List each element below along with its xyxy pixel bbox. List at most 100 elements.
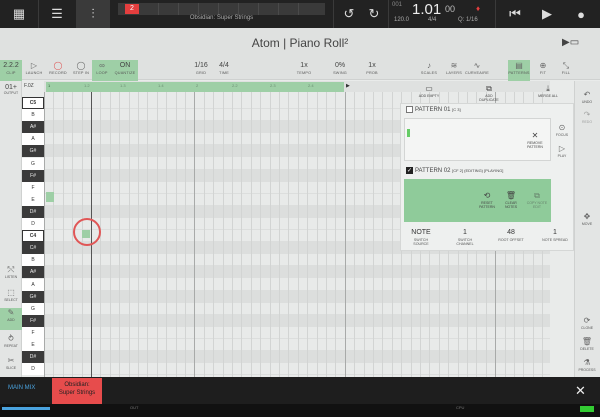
- piano-key[interactable]: F#: [22, 314, 44, 327]
- window-mode-icon[interactable]: ▶▭: [562, 37, 579, 48]
- piano-key[interactable]: A: [22, 133, 44, 146]
- piano-key[interactable]: F#: [22, 169, 44, 182]
- pattern-02-header[interactable]: ✓ PATTERN 02 [CF 2] (EDITING) [PLAYING]: [406, 167, 503, 174]
- undo-button[interactable]: ↶ UNDO: [574, 90, 600, 104]
- fill-button[interactable]: ⤡ FILL: [555, 60, 577, 82]
- piano-key[interactable]: C4: [22, 230, 44, 243]
- merge-all-button[interactable]: ⤓ MERGE ALL: [536, 84, 560, 98]
- piano-key[interactable]: A: [22, 278, 44, 291]
- redo-button[interactable]: ↷ REDO: [574, 110, 600, 124]
- piano-key[interactable]: C#: [22, 242, 44, 255]
- pattern-01-header[interactable]: PATTERN 01 [C 3]: [406, 106, 461, 113]
- clear-notes-button[interactable]: 🗑 CLEAR NOTES: [500, 191, 522, 209]
- piano-key[interactable]: E: [22, 339, 44, 351]
- switch-channel-selector[interactable]: 1 SWITCH CHANNEL: [450, 227, 480, 247]
- piano-key[interactable]: D#: [22, 205, 44, 218]
- patterns-button[interactable]: ▤ PATTERNS: [508, 60, 530, 82]
- quantize-readout[interactable]: Q: 1/16: [458, 17, 478, 23]
- ruler-mark: 2.2: [232, 83, 238, 88]
- clip-selector[interactable]: 2.2.2 CLIP: [0, 60, 22, 82]
- process-button[interactable]: ⚗ PROCESS: [574, 358, 600, 372]
- piano-keyboard[interactable]: C5 B A# A G# G F# F E D# D C4 C# B A# A G# G F# F E D# D: [22, 92, 44, 377]
- record-button[interactable]: ◯ RECORD: [46, 60, 70, 82]
- loop-region[interactable]: [46, 82, 344, 92]
- add-button[interactable]: ✎ ADD: [0, 308, 22, 330]
- add-duplicate-button[interactable]: ⧉ ADD DUPLICATE: [476, 84, 502, 102]
- prob-selector[interactable]: 1x PROB: [352, 60, 392, 82]
- timeline-overview[interactable]: 2: [118, 3, 325, 15]
- piano-key[interactable]: A#: [22, 266, 44, 279]
- time-selector[interactable]: 4/4 TIME: [212, 60, 236, 82]
- slice-button[interactable]: ✂ SLICE: [0, 356, 22, 370]
- add-empty-button[interactable]: ▭ ADD EMPTY: [418, 84, 440, 98]
- focus-button[interactable]: ⊙ FOCUS: [551, 123, 573, 137]
- focus-icon: ⊙: [558, 123, 566, 132]
- piano-key[interactable]: D: [22, 363, 44, 376]
- piano-key[interactable]: G: [22, 302, 44, 315]
- grid-menu-icon[interactable]: ▦: [2, 0, 36, 28]
- timeline-marker[interactable]: 2: [125, 4, 139, 14]
- layers-button[interactable]: ≋ LAYERS: [442, 60, 466, 82]
- key-range-label: F.0Z: [24, 83, 34, 89]
- loop-end-marker[interactable]: ▶: [346, 83, 350, 89]
- reset-pattern-button[interactable]: ⟲ RESET PATTERN: [476, 191, 498, 209]
- piano-key[interactable]: F: [22, 326, 44, 339]
- play-pattern-button[interactable]: ▷ PLAY: [551, 144, 573, 158]
- switch-source-selector[interactable]: NOTE SWITCH SOURCE: [406, 227, 436, 247]
- grid-line: [53, 92, 55, 377]
- pattern-01-checkbox[interactable]: [406, 106, 413, 113]
- fit-button[interactable]: ⊕ FIT: [532, 60, 554, 82]
- root-offset-selector[interactable]: 48 ROOT OFFSET: [496, 227, 526, 247]
- launch-button[interactable]: ▷ LAUNCH: [22, 60, 46, 82]
- piano-key[interactable]: G: [22, 157, 44, 170]
- quantize-button[interactable]: ON QUANTIZE: [112, 60, 138, 82]
- repeat-button[interactable]: ⥁ REPEAT: [0, 334, 22, 348]
- main-mix-tab[interactable]: MAIN MIX: [8, 385, 35, 391]
- undo-icon[interactable]: ↺: [337, 0, 361, 28]
- piano-key[interactable]: F: [22, 181, 44, 194]
- piano-key[interactable]: D#: [22, 351, 44, 364]
- delete-button[interactable]: 🗑 DELETE: [574, 337, 600, 351]
- scales-button[interactable]: ♪ SCALES: [416, 60, 442, 82]
- curveaire-button[interactable]: ∿ CURVEAIRE: [464, 60, 490, 82]
- note-block[interactable]: [82, 230, 90, 238]
- pattern-01-card[interactable]: ✕ REMOVE PATTERN: [404, 118, 551, 161]
- remove-pattern-button[interactable]: ✕ REMOVE PATTERN: [521, 131, 549, 149]
- pattern-02-checkbox[interactable]: ✓: [406, 167, 413, 174]
- merge-icon: ⤓: [546, 84, 550, 93]
- piano-key[interactable]: A#: [22, 121, 44, 134]
- select-button[interactable]: ⬚ SELECT: [0, 288, 22, 302]
- position-main[interactable]: 1.01: [412, 1, 441, 18]
- record-icon[interactable]: ●: [566, 0, 596, 28]
- note-block[interactable]: [46, 192, 54, 202]
- pencil-icon: ✎: [7, 308, 15, 317]
- skip-back-icon[interactable]: ⏮: [500, 0, 530, 28]
- close-icon[interactable]: ✕: [575, 383, 586, 399]
- pattern-02-card[interactable]: ⟲ RESET PATTERN 🗑 CLEAR NOTES ⧉ COPY NOTE E…: [404, 179, 551, 222]
- signature-readout[interactable]: 4/4: [428, 17, 436, 23]
- piano-key[interactable]: G#: [22, 290, 44, 303]
- grid-line: [250, 92, 252, 377]
- tempo-readout[interactable]: 120.0: [394, 17, 409, 23]
- list-menu-icon[interactable]: ☰: [40, 0, 74, 28]
- output-selector[interactable]: 01+ OUTPUT: [0, 84, 22, 95]
- clone-button[interactable]: ⟳ CLONE: [574, 316, 600, 330]
- track-tab[interactable]: Obsidian: Super Strings: [52, 378, 102, 404]
- note-spread-selector[interactable]: 1 NOTE SPREAD: [540, 227, 570, 247]
- loop-button[interactable]: ∞ LOOP: [92, 60, 112, 82]
- mixer-sliders-icon[interactable]: ⫶: [76, 0, 110, 28]
- listen-button[interactable]: ⤲ LISTEN: [0, 265, 22, 279]
- grid-line: [222, 92, 224, 377]
- step-in-button[interactable]: ◯ STEP IN: [70, 60, 92, 82]
- move-button[interactable]: ✥ MOVE: [574, 212, 600, 226]
- piano-key[interactable]: D: [22, 218, 44, 230]
- piano-key[interactable]: C5: [22, 97, 44, 109]
- metronome-icon[interactable]: ♦: [476, 4, 480, 13]
- redo-icon[interactable]: ↻: [362, 0, 386, 28]
- play-icon[interactable]: ▶: [532, 0, 562, 28]
- piano-key[interactable]: B: [22, 109, 44, 122]
- copy-note-edit-button[interactable]: ⧉ COPY NOTE EDIT: [524, 191, 550, 209]
- piano-key[interactable]: B: [22, 254, 44, 267]
- piano-key[interactable]: E: [22, 193, 44, 206]
- piano-key[interactable]: G#: [22, 145, 44, 158]
